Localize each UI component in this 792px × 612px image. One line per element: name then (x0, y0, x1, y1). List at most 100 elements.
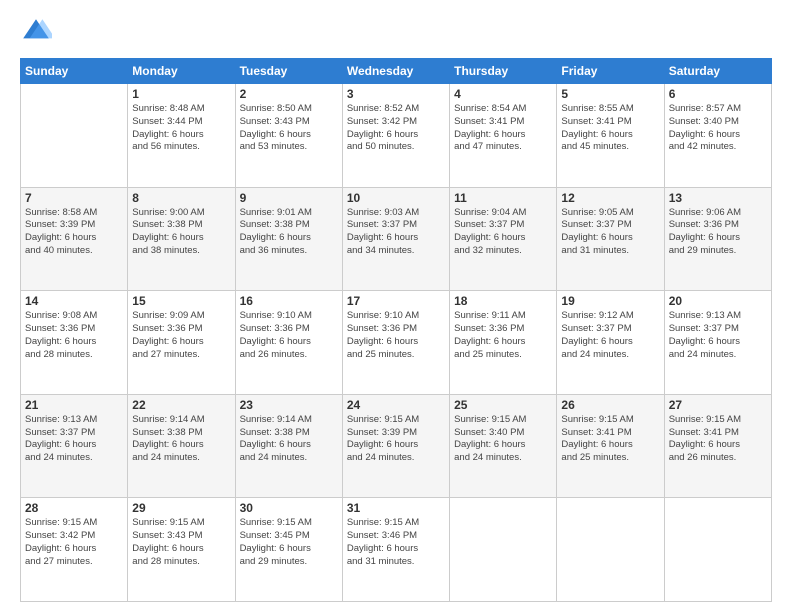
calendar-cell: 12 Sunrise: 9:05 AM Sunset: 3:37 PM Dayli… (557, 187, 664, 291)
day-info: Sunrise: 9:11 AM Sunset: 3:36 PM Dayligh… (454, 310, 552, 361)
calendar-cell: 23Sunrise: 9:14 AM Sunset: 3:38 PM Dayli… (235, 394, 342, 498)
day-info: Sunrise: 9:08 AM Sunset: 3:36 PM Dayligh… (25, 310, 123, 361)
day-number: 5 (561, 87, 659, 101)
day-number: 22 (132, 398, 230, 412)
calendar-cell: 28Sunrise: 9:15 AM Sunset: 3:42 PM Dayli… (21, 498, 128, 602)
day-number: 13 (669, 191, 767, 205)
calendar-cell: 21 Sunrise: 9:13 AM Sunset: 3:37 PM Dayli… (21, 394, 128, 498)
calendar-cell (21, 84, 128, 188)
calendar-cell (450, 498, 557, 602)
day-header-thursday: Thursday (450, 59, 557, 84)
day-info: Sunrise: 9:14 AM Sunset: 3:38 PM Dayligh… (240, 414, 338, 465)
day-number: 29 (132, 501, 230, 515)
calendar-cell: 7 Sunrise: 8:58 AM Sunset: 3:39 PM Daylig… (21, 187, 128, 291)
calendar-cell: 10Sunrise: 9:03 AM Sunset: 3:37 PM Dayli… (342, 187, 449, 291)
day-number: 28 (25, 501, 123, 515)
week-row-0: 1 Sunrise: 8:48 AM Sunset: 3:44 PM Daylig… (21, 84, 772, 188)
day-header-wednesday: Wednesday (342, 59, 449, 84)
week-row-4: 28Sunrise: 9:15 AM Sunset: 3:42 PM Dayli… (21, 498, 772, 602)
day-number: 8 (132, 191, 230, 205)
day-number: 9 (240, 191, 338, 205)
day-info: Sunrise: 9:15 AM Sunset: 3:41 PM Dayligh… (561, 414, 659, 465)
calendar-cell: 3Sunrise: 8:52 AM Sunset: 3:42 PM Daylig… (342, 84, 449, 188)
day-info: Sunrise: 9:00 AM Sunset: 3:38 PM Dayligh… (132, 207, 230, 258)
day-info: Sunrise: 9:15 AM Sunset: 3:43 PM Dayligh… (132, 517, 230, 568)
calendar-cell (664, 498, 771, 602)
calendar-header-row: SundayMondayTuesdayWednesdayThursdayFrid… (21, 59, 772, 84)
calendar-cell: 18 Sunrise: 9:11 AM Sunset: 3:36 PM Dayli… (450, 291, 557, 395)
calendar-cell: 26Sunrise: 9:15 AM Sunset: 3:41 PM Dayli… (557, 394, 664, 498)
day-info: Sunrise: 9:15 AM Sunset: 3:46 PM Dayligh… (347, 517, 445, 568)
day-info: Sunrise: 9:10 AM Sunset: 3:36 PM Dayligh… (240, 310, 338, 361)
week-row-2: 14 Sunrise: 9:08 AM Sunset: 3:36 PM Dayli… (21, 291, 772, 395)
calendar-cell: 31 Sunrise: 9:15 AM Sunset: 3:46 PM Dayli… (342, 498, 449, 602)
calendar-cell: 2 Sunrise: 8:50 AM Sunset: 3:43 PM Daylig… (235, 84, 342, 188)
header (20, 16, 772, 48)
day-info: Sunrise: 9:04 AM Sunset: 3:37 PM Dayligh… (454, 207, 552, 258)
logo-icon (20, 16, 52, 48)
calendar-cell: 19Sunrise: 9:12 AM Sunset: 3:37 PM Dayli… (557, 291, 664, 395)
day-number: 16 (240, 294, 338, 308)
day-info: Sunrise: 9:12 AM Sunset: 3:37 PM Dayligh… (561, 310, 659, 361)
day-info: Sunrise: 9:13 AM Sunset: 3:37 PM Dayligh… (25, 414, 123, 465)
logo (20, 16, 56, 48)
day-header-tuesday: Tuesday (235, 59, 342, 84)
day-info: Sunrise: 8:50 AM Sunset: 3:43 PM Dayligh… (240, 103, 338, 154)
day-info: Sunrise: 8:55 AM Sunset: 3:41 PM Dayligh… (561, 103, 659, 154)
day-number: 1 (132, 87, 230, 101)
day-header-saturday: Saturday (664, 59, 771, 84)
calendar-cell: 20Sunrise: 9:13 AM Sunset: 3:37 PM Dayli… (664, 291, 771, 395)
day-info: Sunrise: 9:13 AM Sunset: 3:37 PM Dayligh… (669, 310, 767, 361)
calendar-cell: 6 Sunrise: 8:57 AM Sunset: 3:40 PM Daylig… (664, 84, 771, 188)
day-number: 11 (454, 191, 552, 205)
calendar-cell: 15 Sunrise: 9:09 AM Sunset: 3:36 PM Dayli… (128, 291, 235, 395)
week-row-1: 7 Sunrise: 8:58 AM Sunset: 3:39 PM Daylig… (21, 187, 772, 291)
calendar-cell: 17Sunrise: 9:10 AM Sunset: 3:36 PM Dayli… (342, 291, 449, 395)
calendar-cell: 29 Sunrise: 9:15 AM Sunset: 3:43 PM Dayli… (128, 498, 235, 602)
day-number: 30 (240, 501, 338, 515)
day-info: Sunrise: 9:06 AM Sunset: 3:36 PM Dayligh… (669, 207, 767, 258)
day-number: 10 (347, 191, 445, 205)
calendar-cell: 9 Sunrise: 9:01 AM Sunset: 3:38 PM Daylig… (235, 187, 342, 291)
day-info: Sunrise: 9:15 AM Sunset: 3:40 PM Dayligh… (454, 414, 552, 465)
day-info: Sunrise: 9:01 AM Sunset: 3:38 PM Dayligh… (240, 207, 338, 258)
day-info: Sunrise: 8:52 AM Sunset: 3:42 PM Dayligh… (347, 103, 445, 154)
day-info: Sunrise: 9:09 AM Sunset: 3:36 PM Dayligh… (132, 310, 230, 361)
day-number: 15 (132, 294, 230, 308)
day-number: 4 (454, 87, 552, 101)
day-number: 25 (454, 398, 552, 412)
page: SundayMondayTuesdayWednesdayThursdayFrid… (0, 0, 792, 612)
day-info: Sunrise: 8:48 AM Sunset: 3:44 PM Dayligh… (132, 103, 230, 154)
calendar-cell: 4Sunrise: 8:54 AM Sunset: 3:41 PM Daylig… (450, 84, 557, 188)
day-info: Sunrise: 9:15 AM Sunset: 3:39 PM Dayligh… (347, 414, 445, 465)
calendar-cell: 13 Sunrise: 9:06 AM Sunset: 3:36 PM Dayli… (664, 187, 771, 291)
day-info: Sunrise: 9:15 AM Sunset: 3:45 PM Dayligh… (240, 517, 338, 568)
calendar-cell: 1 Sunrise: 8:48 AM Sunset: 3:44 PM Daylig… (128, 84, 235, 188)
week-row-3: 21 Sunrise: 9:13 AM Sunset: 3:37 PM Dayli… (21, 394, 772, 498)
day-number: 2 (240, 87, 338, 101)
calendar-cell: 5 Sunrise: 8:55 AM Sunset: 3:41 PM Daylig… (557, 84, 664, 188)
day-info: Sunrise: 9:15 AM Sunset: 3:41 PM Dayligh… (669, 414, 767, 465)
calendar-cell: 25 Sunrise: 9:15 AM Sunset: 3:40 PM Dayli… (450, 394, 557, 498)
calendar-cell (557, 498, 664, 602)
calendar-cell: 22 Sunrise: 9:14 AM Sunset: 3:38 PM Dayli… (128, 394, 235, 498)
day-number: 6 (669, 87, 767, 101)
calendar-cell: 14 Sunrise: 9:08 AM Sunset: 3:36 PM Dayli… (21, 291, 128, 395)
day-info: Sunrise: 8:57 AM Sunset: 3:40 PM Dayligh… (669, 103, 767, 154)
calendar-cell: 11 Sunrise: 9:04 AM Sunset: 3:37 PM Dayli… (450, 187, 557, 291)
day-info: Sunrise: 9:14 AM Sunset: 3:38 PM Dayligh… (132, 414, 230, 465)
day-number: 12 (561, 191, 659, 205)
calendar-cell: 16 Sunrise: 9:10 AM Sunset: 3:36 PM Dayli… (235, 291, 342, 395)
day-number: 21 (25, 398, 123, 412)
day-number: 31 (347, 501, 445, 515)
day-header-friday: Friday (557, 59, 664, 84)
day-number: 14 (25, 294, 123, 308)
day-info: Sunrise: 9:05 AM Sunset: 3:37 PM Dayligh… (561, 207, 659, 258)
day-number: 27 (669, 398, 767, 412)
calendar-cell: 27 Sunrise: 9:15 AM Sunset: 3:41 PM Dayli… (664, 394, 771, 498)
day-number: 24 (347, 398, 445, 412)
day-header-monday: Monday (128, 59, 235, 84)
day-number: 7 (25, 191, 123, 205)
day-number: 18 (454, 294, 552, 308)
day-info: Sunrise: 8:58 AM Sunset: 3:39 PM Dayligh… (25, 207, 123, 258)
